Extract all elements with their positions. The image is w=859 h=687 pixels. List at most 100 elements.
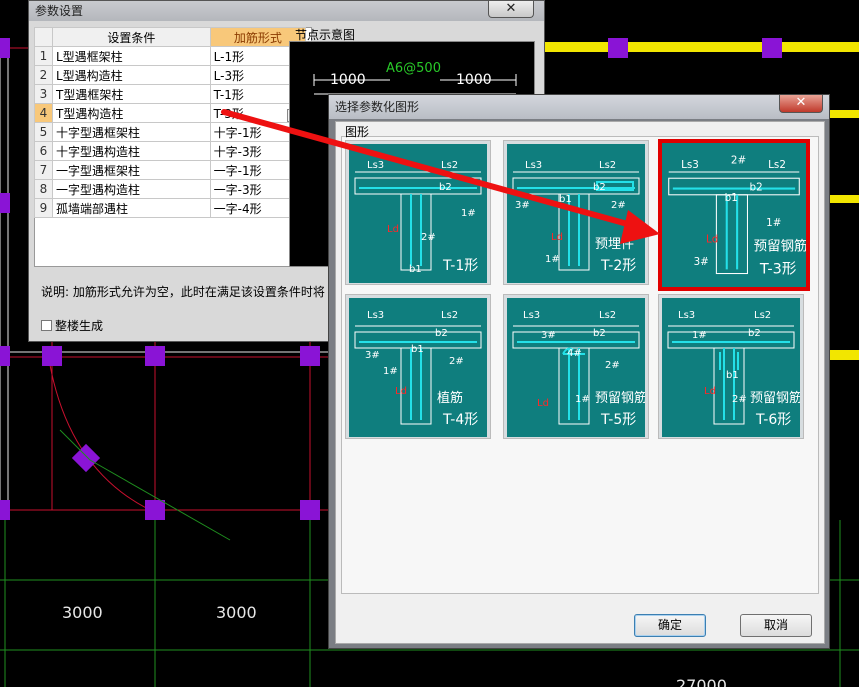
checkbox-label: 整楼生成	[55, 319, 104, 333]
cell-num: 1	[34, 46, 53, 66]
checkbox-box[interactable]	[41, 320, 52, 331]
shape-label: b2	[750, 182, 763, 194]
table-row[interactable]: 9 孤墙端部遇柱 一字-4形	[34, 198, 307, 218]
rebar-line	[723, 348, 735, 420]
cell-num: 4	[34, 103, 53, 123]
dialog-body: 图形 Ls3 Ls2 b2 1# 2# b1 Ld T-1形 Ls3 Ls2 b2 3# b1 2# 1#…	[335, 121, 825, 644]
shape-label: Ls3	[681, 159, 699, 171]
shape-outline	[354, 325, 482, 425]
table-row[interactable]: 1 L型遇框架柱 L-1形	[34, 46, 307, 66]
shape-label: 3#	[541, 330, 556, 341]
shape-label: 1#	[766, 217, 781, 229]
shape-name: T-6形	[755, 412, 791, 428]
cell-condition[interactable]: 孤墙端部遇柱	[52, 198, 211, 218]
cell-num: 9	[34, 198, 53, 218]
shape-label: Ls2	[768, 159, 786, 171]
cell-condition[interactable]: 十字型遇构造柱	[52, 141, 211, 161]
shape-outline	[512, 171, 640, 271]
cell-condition[interactable]: T型遇框架柱	[52, 84, 211, 104]
shape-label: Ls3	[367, 310, 384, 321]
cell-num: 6	[34, 141, 53, 161]
shape-label: 3#	[365, 350, 380, 361]
shape-label: b1	[411, 344, 424, 355]
table-row[interactable]: 7 一字型遇框架柱 一字-1形	[34, 160, 307, 180]
shape-label: 3#	[515, 200, 530, 211]
shape-thumb-t4[interactable]: Ls3 Ls2 b2 b1 3# 2# 1# Ld 植筋 T-4形	[345, 294, 491, 439]
close-button[interactable]: ✕	[779, 95, 823, 113]
cell-condition[interactable]: 一字型遇框架柱	[52, 160, 211, 180]
whole-floor-checkbox[interactable]: 整楼生成	[41, 317, 103, 334]
shape-label: Ld	[704, 386, 716, 397]
rebar-line	[410, 348, 422, 420]
shape-label: b2	[593, 328, 606, 339]
cell-num: 5	[34, 122, 53, 142]
cancel-button[interactable]: 取消	[740, 614, 812, 637]
shape-label: Ls2	[599, 310, 616, 321]
shape-label: 1#	[461, 208, 476, 219]
shape-note: 预留钢筋	[754, 238, 806, 255]
dimension-label: 27000	[676, 676, 727, 687]
table-row[interactable]: 3 T型遇框架柱 T-1形	[34, 84, 307, 104]
shape-label: Ld	[395, 386, 407, 397]
shape-note: 植筋	[437, 390, 463, 406]
table-row[interactable]: 6 十字型遇构造柱 十字-3形	[34, 141, 307, 161]
shape-label: Ls3	[367, 160, 384, 171]
flange-outline	[512, 177, 640, 195]
shape-note: 预留钢筋	[595, 390, 645, 406]
shape-label: 1#	[383, 366, 398, 377]
group-label: 图形	[345, 125, 370, 139]
web-outline	[713, 347, 745, 425]
shape-thumb-t6[interactable]: Ls3 Ls2 1# b2 b1 2# Ld 预留钢筋 T-6形	[658, 294, 804, 439]
column-header-condition[interactable]: 设置条件	[52, 27, 211, 47]
cell-condition[interactable]: L型遇框架柱	[52, 46, 211, 66]
ok-button[interactable]: 确定	[634, 614, 706, 637]
cell-condition[interactable]: 十字型遇框架柱	[52, 122, 211, 142]
cell-condition[interactable]: 一字型遇构造柱	[52, 179, 211, 199]
settings-table: 设置条件 加筋形式 1 L型遇框架柱 L-1形 2 L型遇构造柱 L-3形 3 T型遇框架柱 T…	[34, 27, 307, 218]
table-row[interactable]: 8 一字型遇构造柱 一字-3形	[34, 179, 307, 199]
shape-label: b2	[439, 182, 452, 193]
shape-label: Ls3	[525, 160, 542, 171]
shape-label: 2#	[449, 356, 464, 367]
rebar-line	[410, 194, 422, 266]
shape-outline	[512, 325, 640, 425]
rebar-lines	[672, 341, 790, 420]
shape-label: b1	[725, 192, 738, 204]
table-row[interactable]: 2 L型遇构造柱 L-3形	[34, 65, 307, 85]
shape-name: T-3形	[759, 261, 797, 278]
shape-name: T-5形	[600, 412, 636, 428]
shape-label: Ls3	[678, 310, 695, 321]
window-title: 参数设置	[29, 1, 544, 21]
web-outline	[558, 347, 590, 425]
table-row[interactable]: 4 T型遇构造柱 T-3形	[34, 103, 307, 123]
shape-label: b1	[559, 194, 572, 205]
close-button[interactable]: ✕	[488, 1, 534, 18]
cell-num: 3	[34, 84, 53, 104]
shape-label: 2#	[421, 232, 436, 243]
node-dim-right: 1000	[456, 72, 492, 88]
rebar-line	[719, 352, 739, 370]
shape-note: 预埋件	[595, 237, 634, 252]
shape-note: 预留钢筋	[750, 390, 800, 406]
dialog-title: 选择参数化图形	[329, 95, 829, 119]
shape-label: Ld	[537, 398, 549, 409]
shape-label: 2#	[611, 200, 626, 211]
shape-name: T-2形	[600, 258, 636, 274]
table-row[interactable]: 5 十字型遇框架柱 十字-1形	[34, 122, 307, 142]
shape-thumb-t5[interactable]: Ls3 Ls2 3# b2 4# 2# 1# Ld 预留钢筋 T-5形	[503, 294, 649, 439]
shape-thumb-t2[interactable]: Ls3 Ls2 b2 3# b1 2# 1# Ld 预埋件 T-2形	[503, 140, 649, 285]
shape-label: b2	[748, 328, 761, 339]
web-outline	[715, 194, 748, 275]
cell-condition[interactable]: T型遇构造柱	[52, 103, 211, 123]
shape-thumb-t1[interactable]: Ls3 Ls2 b2 1# 2# b1 Ld T-1形	[345, 140, 491, 285]
shape-label: Ls2	[599, 160, 616, 171]
shape-thumb-t3[interactable]: Ls3 2# Ls2 b2 b1 1# 3# Ld 预留钢筋 T-3形	[658, 139, 810, 291]
shape-label: Ld	[387, 224, 399, 235]
rebar-lines	[359, 187, 477, 266]
cell-num: 2	[34, 65, 53, 85]
shape-label: 2#	[731, 155, 746, 167]
cell-condition[interactable]: L型遇构造柱	[52, 65, 211, 85]
dimension-label: 3000	[62, 603, 103, 622]
flange-outline	[512, 331, 640, 349]
cell-num: 8	[34, 179, 53, 199]
